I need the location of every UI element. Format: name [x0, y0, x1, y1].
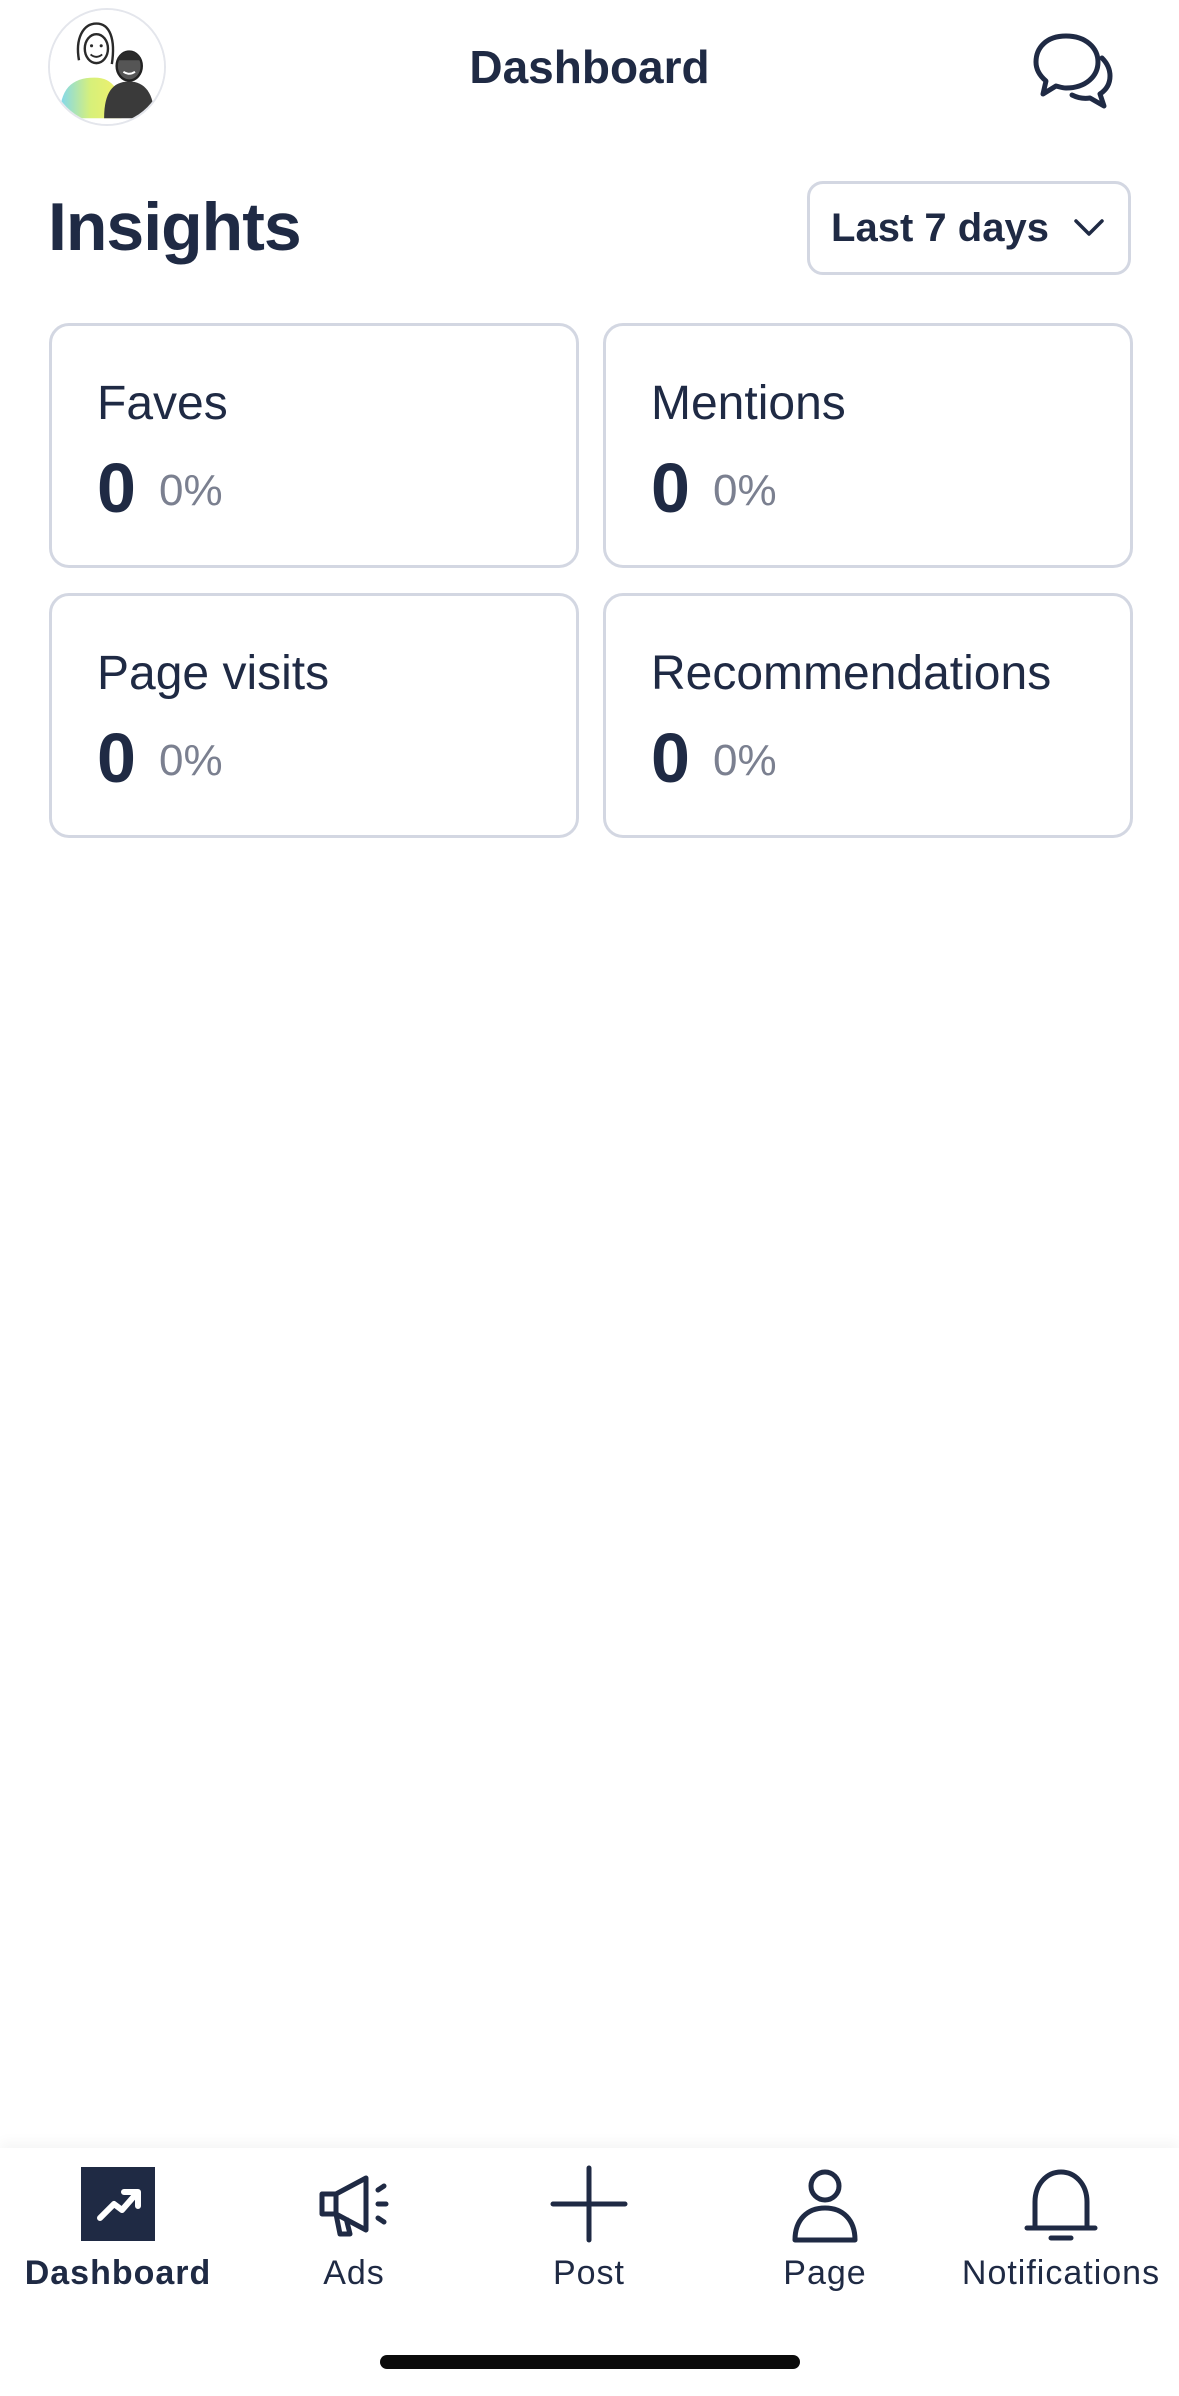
stat-change: 0% — [159, 466, 223, 515]
stat-card-recommendations[interactable]: Recommendations 0 0% — [603, 593, 1133, 838]
tab-page[interactable]: Page — [707, 2148, 943, 2318]
megaphone-icon — [314, 2164, 394, 2244]
chevron-down-icon — [1074, 219, 1104, 236]
tab-dashboard[interactable]: Dashboard — [0, 2148, 236, 2318]
chat-bubbles-icon — [1033, 33, 1113, 109]
stat-value: 0 — [651, 719, 690, 797]
page-title: Dashboard — [469, 41, 710, 93]
stat-label: Page visits — [97, 647, 330, 700]
tab-label: Ads — [323, 2254, 385, 2292]
date-range-dropdown[interactable]: Last 7 days — [807, 181, 1131, 275]
stat-value: 0 — [97, 449, 136, 527]
tab-label: Page — [783, 2254, 867, 2292]
tab-label: Dashboard — [24, 2254, 212, 2292]
tab-notifications[interactable]: Notifications — [943, 2148, 1179, 2318]
stat-value: 0 — [651, 449, 690, 527]
trend-up-icon — [78, 2164, 158, 2244]
stat-card-faves[interactable]: Faves 0 0% — [49, 323, 579, 568]
stat-change: 0% — [713, 736, 777, 785]
plus-icon — [549, 2164, 629, 2244]
tab-ads[interactable]: Ads — [236, 2148, 472, 2318]
stat-value: 0 — [97, 719, 136, 797]
stat-change: 0% — [713, 466, 777, 515]
top-header: Dashboard — [0, 0, 1179, 140]
stat-label: Faves — [97, 377, 228, 430]
tab-label: Post — [552, 2254, 626, 2292]
bell-icon — [1021, 2164, 1101, 2244]
date-range-selected: Last 7 days — [831, 205, 1049, 250]
stat-card-page-visits[interactable]: Page visits 0 0% — [49, 593, 579, 838]
home-indicator[interactable] — [380, 2355, 800, 2369]
stat-card-mentions[interactable]: Mentions 0 0% — [603, 323, 1133, 568]
insights-heading: Insights — [48, 189, 302, 265]
messages-button[interactable] — [1026, 24, 1116, 114]
stat-change: 0% — [159, 736, 223, 785]
stat-label: Mentions — [651, 377, 846, 430]
tab-label: Notifications — [961, 2254, 1161, 2292]
stat-label: Recommendations — [651, 647, 1052, 700]
person-icon — [785, 2164, 865, 2244]
tab-post[interactable]: Post — [471, 2148, 707, 2318]
